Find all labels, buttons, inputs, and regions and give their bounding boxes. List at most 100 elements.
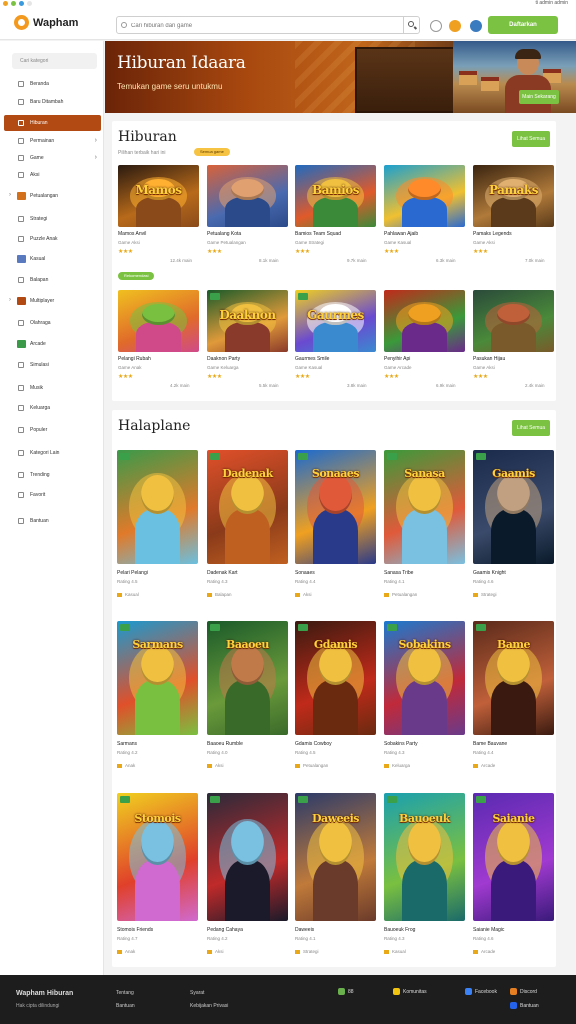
footer-link[interactable]: Kebijakan Privasi	[190, 1003, 228, 1009]
section-tag[interactable]: Semua game	[194, 148, 230, 156]
signup-button[interactable]: Daftarkan	[488, 16, 558, 34]
game-thumbnail[interactable]: Sonaaes	[295, 450, 376, 564]
sidebar-item[interactable]: Musik	[4, 380, 101, 396]
sidebar-item[interactable]: Kasual	[4, 251, 101, 267]
game-thumbnail[interactable]: Saianie	[473, 793, 554, 921]
game-card[interactable]: Stomois Stomois Friends Rating 4.7 Anak	[117, 793, 198, 954]
game-name[interactable]: Pedang Cahaya	[207, 927, 243, 933]
sidebar-item[interactable]: Baru Ditambah	[4, 94, 101, 110]
footer-social-link[interactable]: Facebook	[465, 988, 497, 995]
sidebar-item[interactable]: Olahraga	[4, 315, 101, 331]
game-thumbnail[interactable]: Mamos	[118, 165, 199, 227]
game-name[interactable]: Petualang Kota	[207, 231, 241, 237]
game-name[interactable]: Gdamis Cowboy	[295, 741, 332, 747]
game-thumbnail[interactable]	[207, 165, 288, 227]
game-thumbnail[interactable]	[118, 290, 199, 352]
game-thumbnail[interactable]	[117, 450, 198, 564]
game-thumbnail[interactable]: Bauoeuk	[384, 793, 465, 921]
game-card[interactable]: Mamos Mamos Anvil Game Aksi ★★★ 12.4k main	[118, 165, 199, 265]
game-card[interactable]: Dadenak Dadenak Kart Rating 4.3 Balapan	[207, 450, 288, 600]
sidebar-item[interactable]: › Multiplayer	[4, 293, 101, 309]
game-name[interactable]: Dadenak Kart	[207, 570, 238, 576]
footer-social-link[interactable]: 88	[338, 988, 354, 995]
notification-icon[interactable]	[430, 20, 442, 32]
game-card[interactable]: Penyihir Api Game Arcade ★★★ 6.9k main	[384, 290, 465, 390]
game-name[interactable]: Stomois Friends	[117, 927, 153, 933]
sidebar-item[interactable]: Beranda	[4, 76, 101, 92]
game-card[interactable]: Sarmans Sarmans Rating 4.2 Anak	[117, 621, 198, 771]
game-card[interactable]: Saianie Saianie Magic Rating 4.6 Arcade	[473, 793, 554, 954]
sidebar-item[interactable]: Strategi	[4, 211, 101, 227]
sidebar-item[interactable]: Bantuan	[4, 513, 101, 529]
sidebar-item[interactable]: › Petualangan	[4, 188, 101, 204]
logo[interactable]: Wapham	[14, 15, 78, 30]
game-card[interactable]: Daaknon Daaknon Party Game Keluarga ★★★ 5.5k…	[207, 290, 288, 390]
view-all-button[interactable]: Lihat Semua	[512, 420, 550, 436]
game-card[interactable]: Sobakins Sobakins Party Rating 4.3 Keluarga	[384, 621, 465, 771]
game-card[interactable]: Gdamis Gdamis Cowboy Rating 4.5 Petualangan	[295, 621, 376, 771]
game-card[interactable]: Baaoeu Baaoeu Rumble Rating 4.0 Aksi	[207, 621, 288, 771]
game-thumbnail[interactable]	[207, 793, 288, 921]
sidebar-item[interactable]: Kategori Lain	[4, 445, 101, 461]
game-name[interactable]: Daaknon Party	[207, 356, 240, 362]
sidebar-item[interactable]: Keluarga	[4, 400, 101, 416]
game-name[interactable]: Pahlawan Ajaib	[384, 231, 418, 237]
game-card[interactable]: Pahlawan Ajaib Game Kasual ★★★ 6.3k main	[384, 165, 465, 265]
game-name[interactable]: Daweeis	[295, 927, 314, 933]
recommend-tag[interactable]: Rekomendasi	[118, 272, 155, 280]
game-card[interactable]: Daweeis Daweeis Rating 4.1 Strategi	[295, 793, 376, 954]
game-card[interactable]: Bamios Bamios Team Squad Game Strategi ★★★ 9…	[295, 165, 376, 265]
game-card[interactable]: Bauoeuk Bauoeuk Frog Rating 4.3 Kasual	[384, 793, 465, 954]
game-card[interactable]: Pamaks Pamaks Legends Game Aksi ★★★ 7.0k mai…	[473, 165, 554, 265]
sidebar-search[interactable]: Cari kategori	[12, 53, 97, 69]
sidebar-item[interactable]: Balapan	[4, 272, 101, 288]
game-name[interactable]: Sobakins Party	[384, 741, 418, 747]
game-thumbnail[interactable]: Gdamis	[295, 621, 376, 735]
footer-social-link[interactable]: Discord	[510, 988, 537, 995]
search-button[interactable]	[403, 17, 419, 33]
sidebar-item[interactable]: Puzzle Anak	[4, 231, 101, 247]
sidebar-item[interactable]: Hiburan	[4, 115, 101, 131]
game-card[interactable]: Sonaaes Sonaaes Rating 4.4 Aksi	[295, 450, 376, 600]
game-thumbnail[interactable]	[384, 290, 465, 352]
search-input[interactable]	[131, 19, 401, 32]
reward-icon[interactable]	[449, 20, 461, 32]
game-name[interactable]: Pelari Pelangi	[117, 570, 148, 576]
game-name[interactable]: Sonaaes	[295, 570, 315, 576]
game-name[interactable]: Bame Bauvane	[473, 741, 507, 747]
sidebar-item[interactable]: Arcade	[4, 336, 101, 352]
sidebar-item[interactable]: Populer	[4, 422, 101, 438]
game-card[interactable]: Pelangi Rubah Game Anak ★★★ 4.2k main	[118, 290, 199, 390]
footer-link[interactable]: Bantuan	[116, 1003, 135, 1009]
game-name[interactable]: Saianie Magic	[473, 927, 504, 933]
view-all-button[interactable]: Lihat Semua	[512, 131, 550, 147]
footer-link[interactable]: Syarat	[190, 990, 204, 996]
game-name[interactable]: Penyihir Api	[384, 356, 410, 362]
sidebar-item[interactable]: Simulasi	[4, 357, 101, 373]
sidebar-item[interactable]: Permainan ›	[4, 133, 101, 149]
game-card[interactable]: Bame Bame Bauvane Rating 4.4 Arcade	[473, 621, 554, 771]
game-thumbnail[interactable]: Gaurmes	[295, 290, 376, 352]
game-thumbnail[interactable]: Stomois	[117, 793, 198, 921]
game-thumbnail[interactable]	[384, 165, 465, 227]
sidebar-item[interactable]: Trending	[4, 467, 101, 483]
game-thumbnail[interactable]	[473, 290, 554, 352]
game-thumbnail[interactable]: Daaknon	[207, 290, 288, 352]
game-thumbnail[interactable]: Bamios	[295, 165, 376, 227]
game-name[interactable]: Sarmans	[117, 741, 137, 747]
game-name[interactable]: Bauoeuk Frog	[384, 927, 415, 933]
game-card[interactable]: Pedang Cahaya Rating 4.2 Aksi	[207, 793, 288, 954]
game-name[interactable]: Mamos Anvil	[118, 231, 146, 237]
game-thumbnail[interactable]: Gaamis	[473, 450, 554, 564]
game-name[interactable]: Pamaks Legends	[473, 231, 512, 237]
game-card[interactable]: Pelari Pelangi Rating 4.5 Kasual	[117, 450, 198, 600]
game-thumbnail[interactable]: Dadenak	[207, 450, 288, 564]
game-thumbnail[interactable]: Sobakins	[384, 621, 465, 735]
game-name[interactable]: Bamios Team Squad	[295, 231, 341, 237]
footer-social-link[interactable]: Komunitas	[393, 988, 427, 995]
game-name[interactable]: Gaamis Knight	[473, 570, 506, 576]
game-card[interactable]: Petualang Kota Game Petualangan ★★★ 8.1k ma…	[207, 165, 288, 265]
game-name[interactable]: Pasukan Hijau	[473, 356, 505, 362]
sidebar-item[interactable]: Favorit	[4, 487, 101, 503]
game-name[interactable]: Gaurmes Smile	[295, 356, 329, 362]
